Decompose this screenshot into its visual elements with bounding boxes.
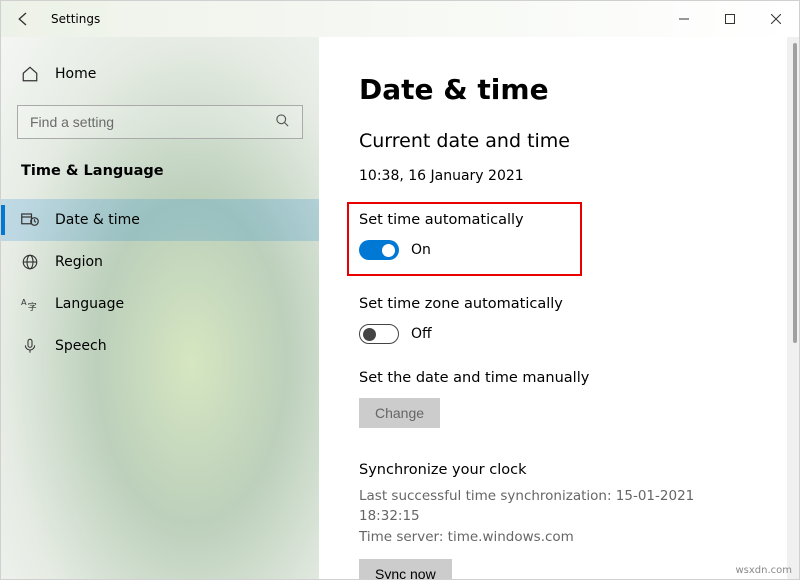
sidebar-item-label: Speech — [55, 338, 107, 354]
datetime-icon — [21, 211, 39, 229]
maximize-button[interactable] — [707, 3, 753, 35]
set-time-auto-toggle[interactable] — [359, 240, 399, 260]
close-button[interactable] — [753, 3, 799, 35]
scrollbar-thumb[interactable] — [793, 43, 797, 343]
svg-text:字: 字 — [28, 301, 37, 313]
sync-info: Last successful time synchronization: 15… — [359, 486, 759, 547]
set-tz-auto-state: Off — [411, 326, 432, 342]
set-tz-auto-row: Off — [359, 324, 759, 344]
search-icon — [275, 113, 290, 132]
sidebar: Home Time & Language Date & time Reg — [1, 37, 319, 579]
set-time-auto-state: On — [411, 242, 431, 258]
titlebar-left: Settings — [13, 9, 100, 29]
sidebar-item-label: Region — [55, 254, 103, 270]
current-datetime-value: 10:38, 16 January 2021 — [359, 168, 759, 184]
watermark: wsxdn.com — [735, 565, 792, 576]
manual-block: Set the date and time manually Change — [359, 370, 759, 428]
window-body: Home Time & Language Date & time Reg — [1, 37, 799, 579]
search-input[interactable] — [30, 114, 275, 130]
home-icon — [21, 65, 39, 83]
scrollbar-track[interactable] — [787, 37, 799, 579]
back-icon[interactable] — [13, 9, 33, 29]
sync-last-line: Last successful time synchronization: 15… — [359, 486, 759, 527]
globe-icon — [21, 253, 39, 271]
minimize-button[interactable] — [661, 3, 707, 35]
content-pane: Date & time Current date and time 10:38,… — [319, 37, 799, 579]
manual-label: Set the date and time manually — [359, 370, 759, 386]
sidebar-item-label: Language — [55, 296, 124, 312]
sidebar-item-speech[interactable]: Speech — [1, 325, 319, 367]
category-header: Time & Language — [1, 163, 319, 199]
highlight-annotation: Set time automatically On — [347, 202, 582, 276]
set-tz-auto-toggle[interactable] — [359, 324, 399, 344]
sync-label: Synchronize your clock — [359, 462, 759, 478]
sidebar-item-language[interactable]: A字 Language — [1, 283, 319, 325]
sync-block: Synchronize your clock Last successful t… — [359, 462, 759, 579]
home-label: Home — [55, 66, 96, 82]
set-tz-auto-block: Set time zone automatically Off — [359, 296, 759, 344]
microphone-icon — [21, 337, 39, 355]
window-controls — [661, 3, 799, 35]
svg-text:A: A — [21, 297, 27, 307]
section-current: Current date and time — [359, 130, 759, 152]
titlebar: Settings — [1, 1, 799, 37]
sidebar-item-label: Date & time — [55, 212, 140, 228]
set-tz-auto-label: Set time zone automatically — [359, 296, 759, 312]
settings-window: Settings Home — [0, 0, 800, 580]
language-icon: A字 — [21, 295, 39, 313]
sync-server-line: Time server: time.windows.com — [359, 527, 759, 547]
page-title: Date & time — [359, 73, 759, 106]
app-title: Settings — [51, 12, 100, 26]
set-time-auto-label: Set time automatically — [359, 212, 570, 228]
change-button[interactable]: Change — [359, 398, 440, 428]
home-link[interactable]: Home — [1, 65, 319, 105]
set-time-auto-row: On — [359, 240, 570, 260]
sidebar-item-datetime[interactable]: Date & time — [1, 199, 319, 241]
sidebar-item-region[interactable]: Region — [1, 241, 319, 283]
sync-now-button[interactable]: Sync now — [359, 559, 452, 579]
search-box[interactable] — [17, 105, 303, 139]
